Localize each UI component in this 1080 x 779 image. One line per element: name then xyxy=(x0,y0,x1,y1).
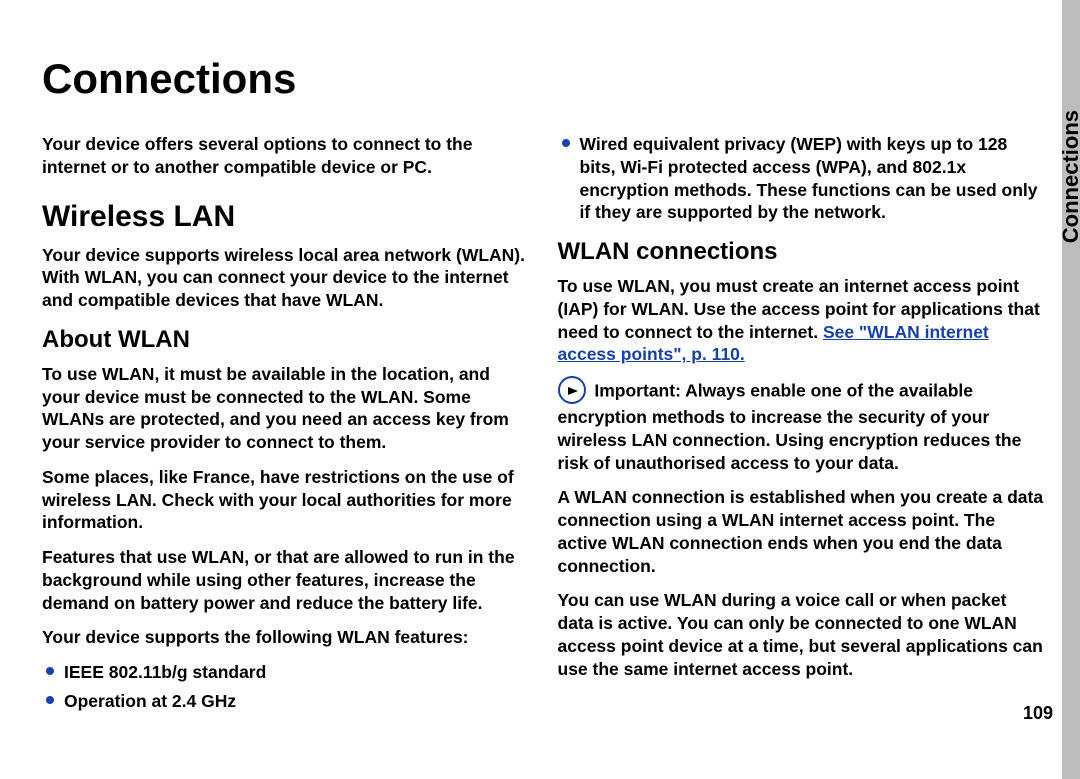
list-item: IEEE 802.11b/g standard xyxy=(42,661,530,684)
about-wlan-p4: Your device supports the following WLAN … xyxy=(42,626,530,649)
manual-page: Connections 109 Connections Your device … xyxy=(0,0,1080,779)
body-columns: Your device offers several options to co… xyxy=(42,133,1045,748)
list-item: Operation at 2.4 GHz xyxy=(42,690,530,713)
page-title: Connections xyxy=(42,55,1045,103)
about-wlan-heading: About WLAN xyxy=(42,324,530,355)
important-icon xyxy=(558,376,586,404)
wlan-connections-p4: You can use WLAN during a voice call or … xyxy=(558,589,1046,680)
about-wlan-p1: To use WLAN, it must be available in the… xyxy=(42,363,530,454)
important-note: Important: Always enable one of the avai… xyxy=(558,378,1046,474)
wlan-connections-p3: A WLAN connection is established when yo… xyxy=(558,486,1046,577)
intro-paragraph: Your device offers several options to co… xyxy=(42,133,530,179)
important-label: Important: xyxy=(594,381,681,401)
about-wlan-p3: Features that use WLAN, or that are allo… xyxy=(42,546,530,614)
wlan-connections-p1: To use WLAN, you must create an internet… xyxy=(558,275,1046,366)
wlan-connections-heading: WLAN connections xyxy=(558,236,1046,267)
about-wlan-p2: Some places, like France, have restricti… xyxy=(42,466,530,534)
list-item: Wired equivalent privacy (WEP) with keys… xyxy=(558,133,1046,224)
wireless-lan-heading: Wireless LAN xyxy=(42,197,530,236)
side-tab-label: Connections xyxy=(1058,110,1080,243)
page-content: Connections Your device offers several o… xyxy=(42,55,1045,743)
wlan-intro: Your device supports wireless local area… xyxy=(42,244,530,312)
